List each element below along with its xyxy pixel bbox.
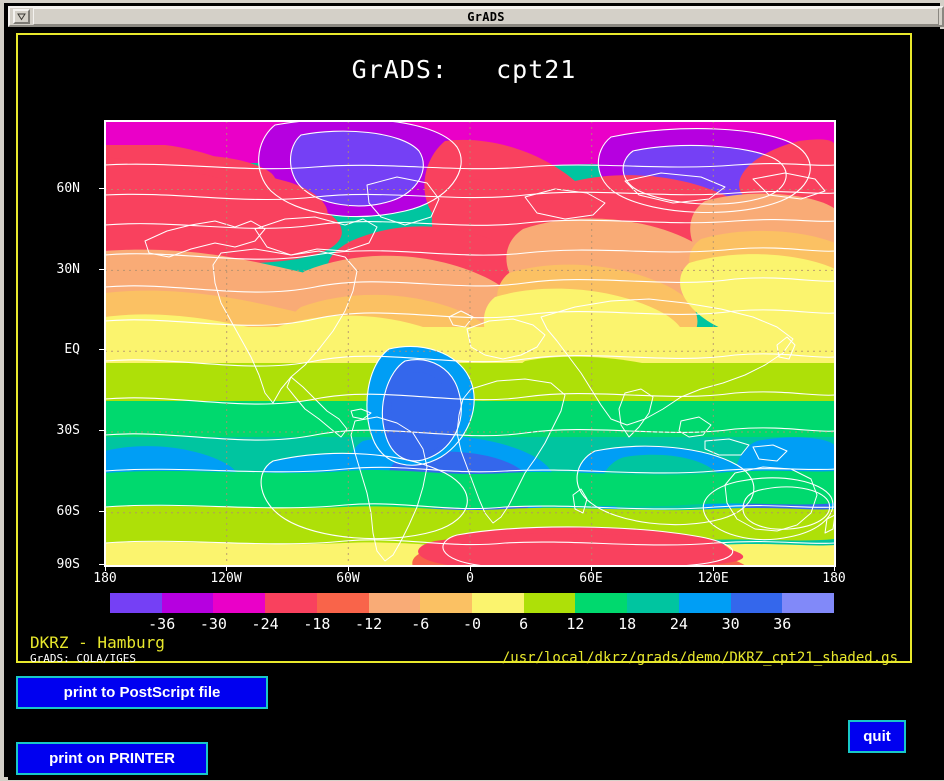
x-axis-label-180w: 180 <box>93 571 117 586</box>
x-axis-label-0: 0 <box>466 571 474 586</box>
colorbar-swatch <box>316 593 369 613</box>
colorbar-label: -18 <box>303 615 331 633</box>
colorbar-swatch <box>368 593 421 613</box>
colorbar-label: 12 <box>566 615 585 633</box>
colorbar-swatch <box>265 593 317 613</box>
x-axis-label-60e: 60E <box>579 571 603 586</box>
colorbar <box>110 593 835 613</box>
window-menu-button[interactable] <box>13 9 30 24</box>
graphics-frame: GrADS: cpt21 60N 30N EQ 30S 60S 90S 180 … <box>16 33 912 666</box>
title-bar: GrADS <box>8 6 944 27</box>
quit-button[interactable]: quit <box>848 720 906 753</box>
map-svg <box>105 121 835 566</box>
y-axis-label-60n: 60N <box>56 181 80 196</box>
colorbar-label: -0 <box>462 615 482 633</box>
script-path-label: /usr/local/dkrz/grads/demo/DKRZ_cpt21_sh… <box>501 650 898 666</box>
colorbar-label: -24 <box>251 615 279 633</box>
colorbar-swatch <box>782 593 835 613</box>
institution-label: DKRZ - Hamburg <box>30 633 165 652</box>
grads-credit-label: GrADS: COLA/IGES <box>30 652 136 665</box>
y-axis-label-90s: 90S <box>56 557 80 572</box>
colorbar-swatch <box>213 593 266 613</box>
x-axis-label-180e: 180 <box>822 571 846 586</box>
print-to-postscript-button[interactable]: print to PostScript file <box>16 676 268 709</box>
colorbar-labels: -36 -30 -24 -18 -12 -6 -0 6 12 18 24 30 … <box>110 615 834 635</box>
grads-canvas: GrADS: cpt21 60N 30N EQ 30S 60S 90S 180 … <box>8 29 944 780</box>
x-axis-label-60w: 60W <box>336 571 360 586</box>
colorbar-swatch <box>575 593 628 613</box>
colorbar-label: 30 <box>721 615 740 633</box>
print-on-printer-button[interactable]: print on PRINTER <box>16 742 208 775</box>
colorbar-swatch <box>627 593 679 613</box>
y-axis-label-30s: 30S <box>56 423 80 438</box>
colorbar-swatch <box>110 593 162 613</box>
colorbar-swatch <box>420 593 473 613</box>
colorbar-swatch <box>523 593 576 613</box>
colorbar-label: 18 <box>618 615 637 633</box>
window-menu-triangle-icon <box>17 12 26 21</box>
x-axis-label-120w: 120W <box>210 571 242 586</box>
window-title: GrADS <box>467 9 505 24</box>
y-axis-label-60s: 60S <box>56 504 80 519</box>
title-bar-label-area: GrADS <box>33 8 939 25</box>
y-axis-label-eq: EQ <box>64 342 80 357</box>
colorbar-label: -36 <box>148 615 176 633</box>
colorbar-label: -12 <box>355 615 383 633</box>
colorbar-label: 24 <box>669 615 688 633</box>
colorbar-swatch <box>161 593 214 613</box>
colorbar-label: 6 <box>519 615 529 633</box>
grads-window: GrADS GrADS: cpt21 60N 30N EQ 30S 60S 90… <box>0 0 944 781</box>
y-axis-label-30n: 30N <box>56 262 80 277</box>
colorbar-label: -30 <box>199 615 227 633</box>
x-axis-label-120e: 120E <box>697 571 729 586</box>
map-plot <box>104 120 836 567</box>
colorbar-swatch <box>730 593 783 613</box>
plot-title: GrADS: cpt21 <box>351 55 577 84</box>
colorbar-swatch <box>472 593 524 613</box>
colorbar-label: 36 <box>773 615 792 633</box>
colorbar-label: -6 <box>411 615 430 633</box>
colorbar-swatch <box>678 593 731 613</box>
